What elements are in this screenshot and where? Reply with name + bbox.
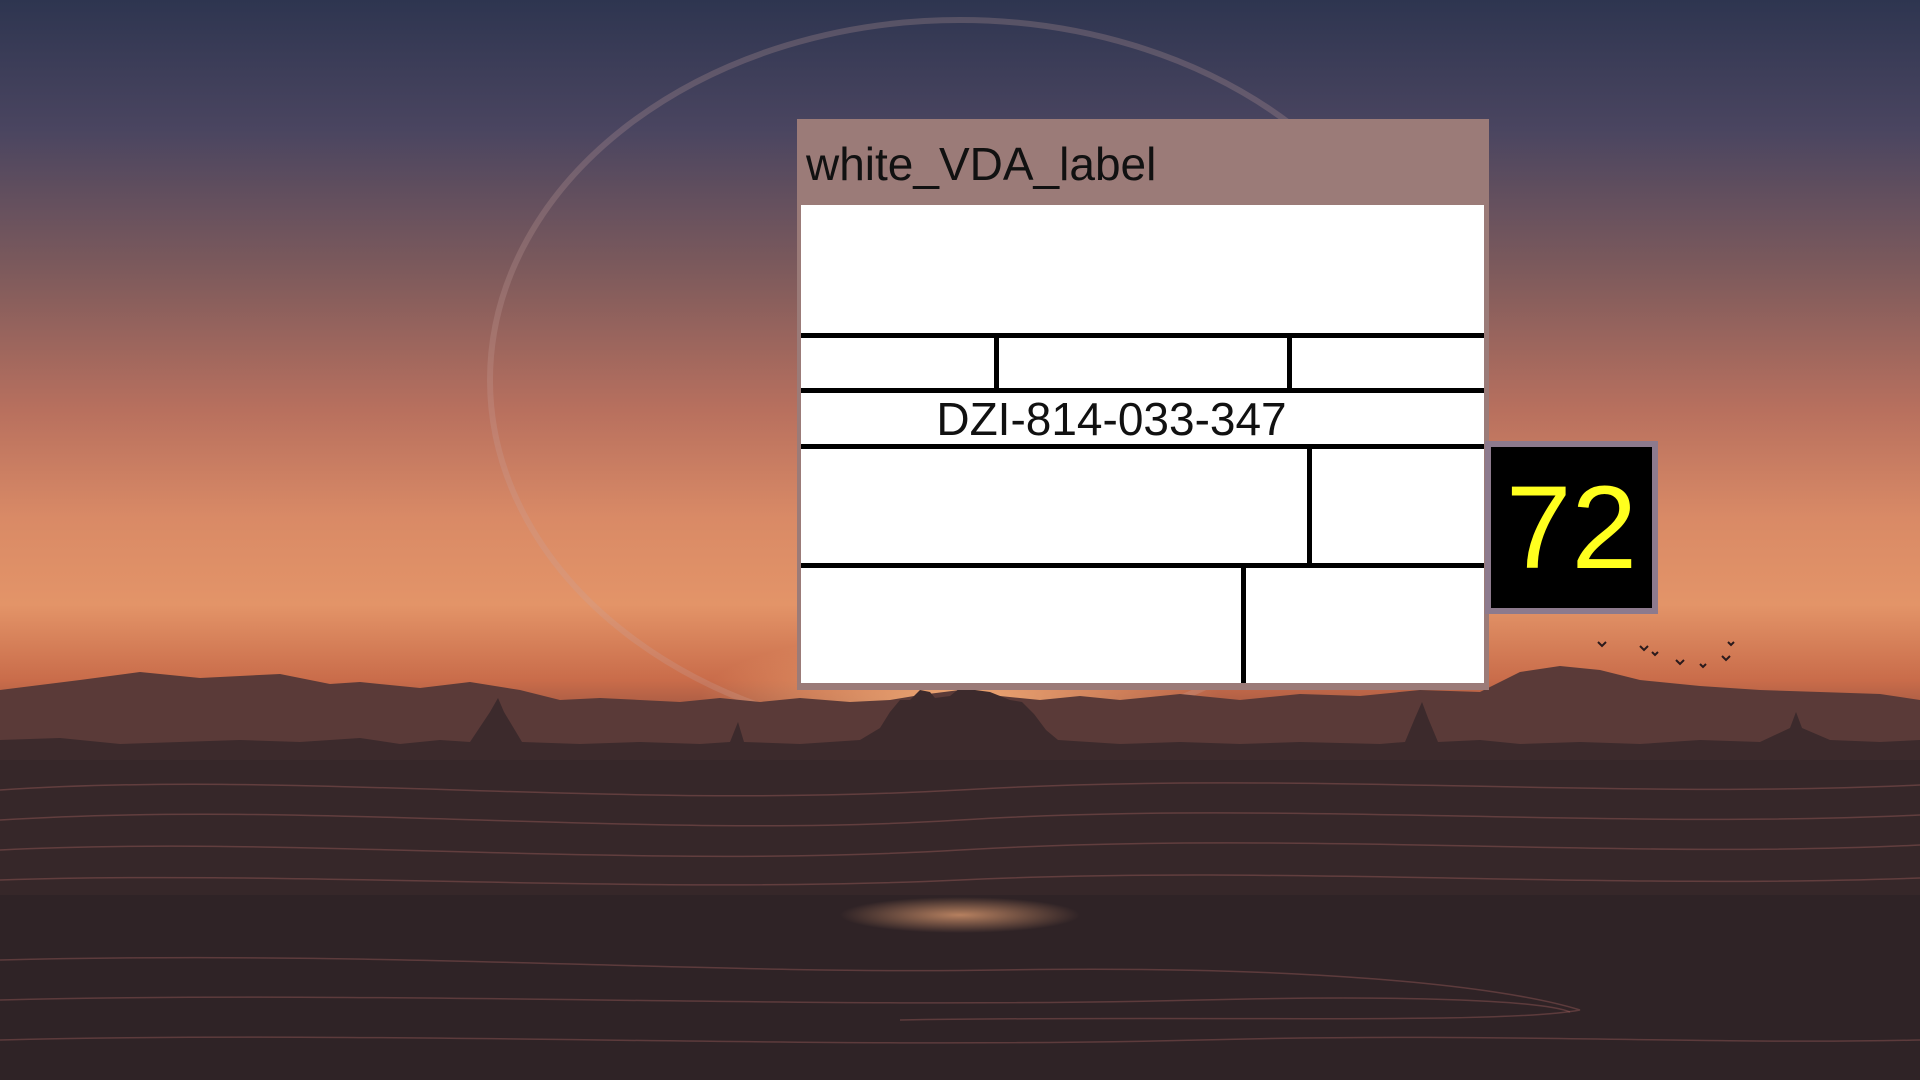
label-tracking-number: DZI-814-033-347 bbox=[936, 393, 1287, 445]
label-window[interactable]: white_VDA_label DZI-814-033-347 bbox=[797, 119, 1489, 690]
label-divider bbox=[994, 333, 999, 393]
vda-label-card: DZI-814-033-347 bbox=[801, 205, 1484, 683]
count-badge: 72 bbox=[1485, 441, 1658, 614]
window-title: white_VDA_label bbox=[806, 138, 1157, 190]
label-divider bbox=[801, 333, 1484, 338]
desktop: white_VDA_label DZI-814-033-347 72 bbox=[0, 0, 1920, 1080]
label-divider bbox=[801, 563, 1484, 568]
label-divider bbox=[1241, 563, 1246, 683]
label-divider bbox=[1287, 333, 1292, 393]
label-divider bbox=[1307, 444, 1312, 568]
count-badge-value: 72 bbox=[1491, 447, 1652, 608]
